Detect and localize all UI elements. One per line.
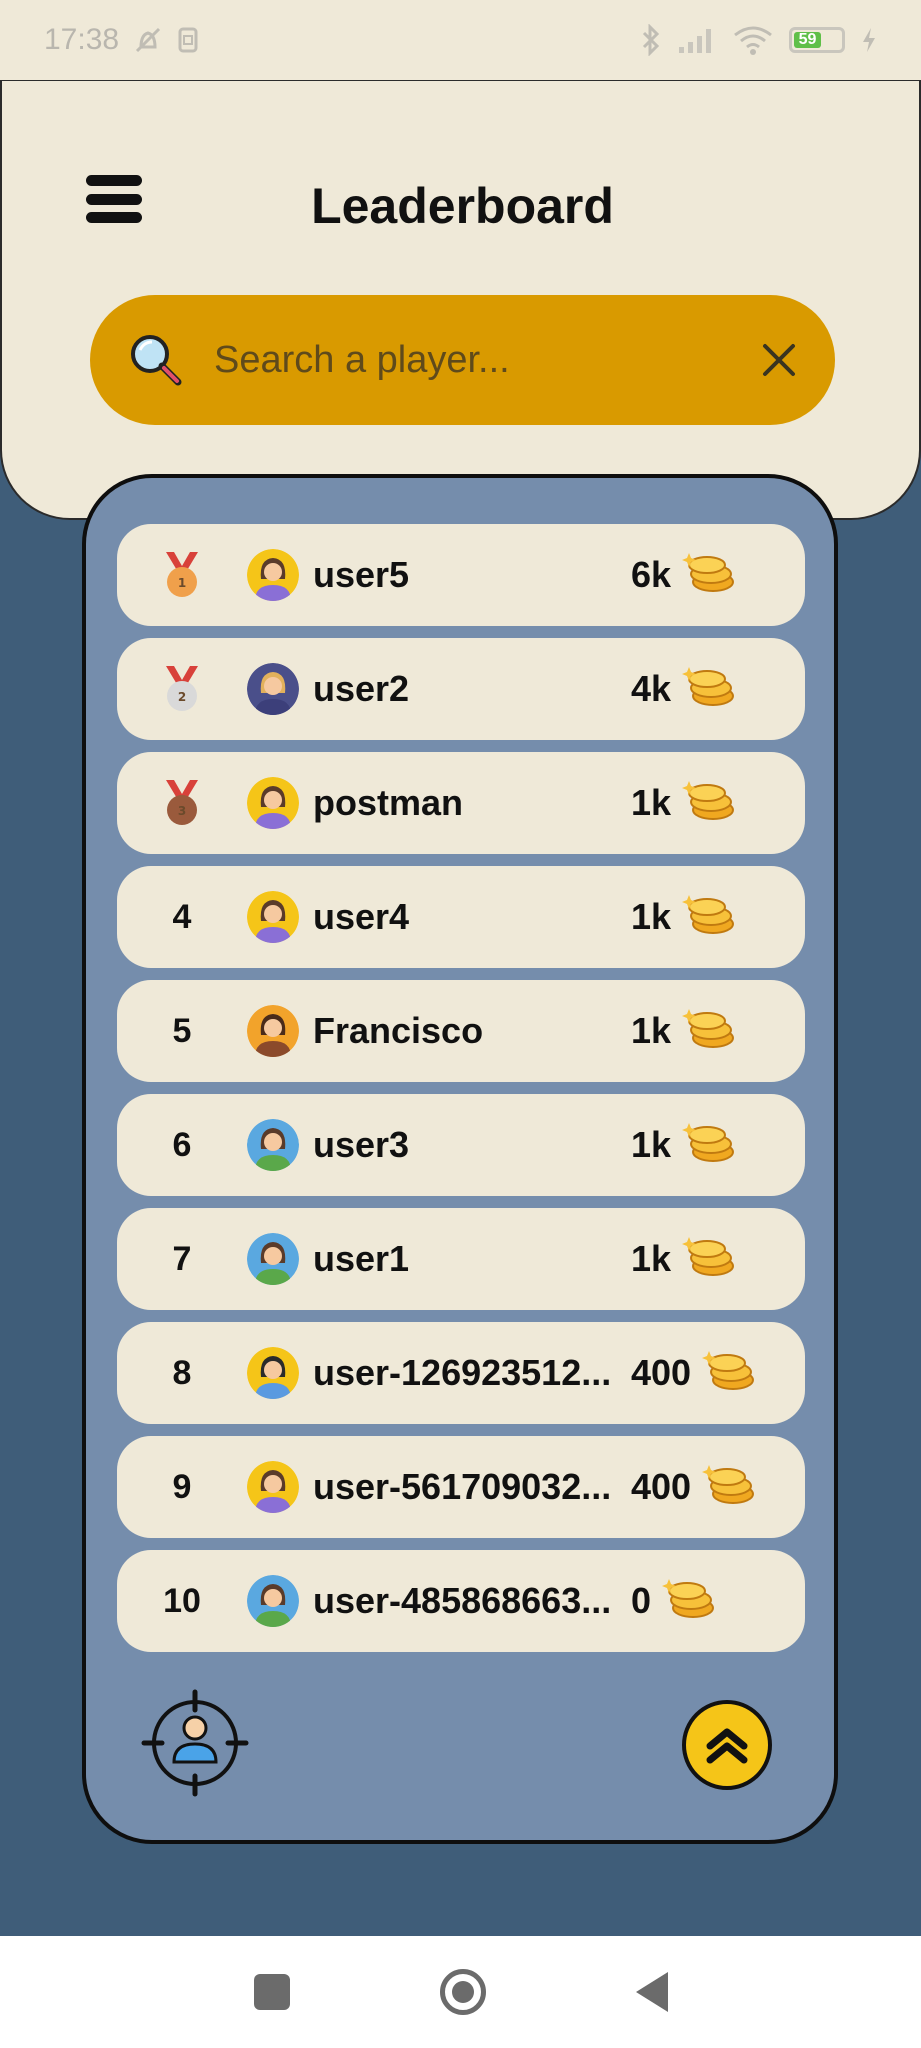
header-card: Leaderboard — [0, 80, 921, 520]
player-score: 1k — [631, 1010, 672, 1051]
player-score: 400 — [631, 1466, 692, 1507]
battery-level: 59 — [794, 31, 822, 48]
status-right: 59 — [641, 24, 877, 56]
search-bar[interactable] — [90, 295, 835, 425]
player-name: postman — [313, 782, 464, 823]
coins-icon — [681, 550, 739, 601]
blonde-woman-avatar — [247, 663, 299, 715]
leaderboard-row[interactable]: 2 user2 4k — [117, 638, 805, 740]
signal-icon — [679, 29, 711, 53]
recent-apps-button[interactable] — [253, 1974, 290, 2010]
woman-avatar — [247, 1461, 299, 1513]
leaderboard-row[interactable]: 8 user-126923512... 400 — [117, 1322, 805, 1424]
player-name: user1 — [313, 1238, 410, 1279]
woman-green-avatar — [247, 1119, 299, 1171]
status-time: 17:38 — [44, 23, 120, 56]
coins-icon — [661, 1576, 719, 1627]
wifi-icon — [734, 26, 772, 55]
man-ponytail-avatar — [247, 1347, 299, 1399]
coins-icon — [681, 1006, 739, 1057]
player-score: 1k — [631, 1238, 672, 1279]
sim-icon — [178, 27, 198, 53]
player-score: 400 — [631, 1352, 692, 1393]
player-name: user-561709032... — [313, 1466, 612, 1507]
player-name: Francisco — [313, 1010, 484, 1051]
rank-number: 9 — [172, 1467, 192, 1506]
player-score: 4k — [631, 668, 672, 709]
app-screen: 17:38 59 Leaderboard Search a player... … — [0, 0, 921, 2048]
page-title: Leaderboard — [311, 178, 614, 234]
player-name: user3 — [313, 1124, 410, 1165]
rank-number: 7 — [172, 1239, 192, 1278]
bronze-medal-icon: 3 — [117, 778, 247, 828]
leaderboard-row[interactable]: 7 user1 1k — [117, 1208, 805, 1310]
mute-notification-icon — [136, 27, 161, 53]
leaderboard-panel: 1 user5 6k 2 user2 4k 3 postman 1k 4 user4 1k 5 Franc… — [82, 474, 838, 1844]
leaderboard-row[interactable]: 10 user-485868663... 0 — [117, 1550, 805, 1652]
coins-icon — [681, 892, 739, 943]
leaderboard-row[interactable]: 9 user-561709032... 400 — [117, 1436, 805, 1538]
player-score: 0 — [631, 1580, 652, 1621]
locate-me-icon — [141, 1689, 249, 1797]
silver-medal-icon: 2 — [117, 664, 247, 714]
woman-green-avatar — [247, 1233, 299, 1285]
woman-avatar — [247, 777, 299, 829]
leaderboard-row[interactable]: 6 user3 1k — [117, 1094, 805, 1196]
double-chevron-up-icon — [706, 1728, 748, 1764]
player-name: user2 — [313, 668, 410, 709]
woman-green-avatar — [247, 1575, 299, 1627]
player-name: user-126923512... — [313, 1352, 612, 1393]
player-score: 1k — [631, 1124, 672, 1165]
rank-number: 10 — [163, 1581, 201, 1620]
magnifier-icon — [131, 335, 182, 386]
back-button[interactable] — [635, 1972, 668, 2012]
player-name: user-485868663... — [313, 1580, 612, 1621]
close-icon[interactable] — [759, 340, 799, 380]
coins-icon — [681, 664, 739, 715]
battery-indicator: 59 — [789, 27, 845, 53]
home-button[interactable] — [439, 1969, 486, 2015]
player-score: 1k — [631, 896, 672, 937]
player-name: user5 — [313, 554, 410, 595]
leaderboard-row[interactable]: 5 Francisco 1k — [117, 980, 805, 1082]
player-name: user4 — [313, 896, 410, 937]
coins-icon — [701, 1462, 759, 1513]
player-score: 6k — [631, 554, 672, 595]
leaderboard-list[interactable]: 1 user5 6k 2 user2 4k 3 postman 1k 4 user4 1k 5 Franc… — [117, 524, 805, 1674]
leaderboard-row[interactable]: 3 postman 1k — [117, 752, 805, 854]
locate-me-button[interactable] — [140, 1688, 250, 1798]
coins-icon — [681, 1120, 739, 1171]
rank-number: 5 — [172, 1011, 192, 1050]
coins-icon — [681, 778, 739, 829]
scroll-to-top-button[interactable] — [682, 1700, 772, 1790]
svg-text:2: 2 — [178, 690, 186, 704]
player-score: 1k — [631, 782, 672, 823]
svg-text:3: 3 — [178, 804, 186, 818]
woman-avatar — [247, 891, 299, 943]
gold-medal-icon: 1 — [117, 550, 247, 600]
bluetooth-icon — [642, 24, 660, 56]
rank-number: 8 — [172, 1353, 192, 1392]
coins-icon — [681, 1234, 739, 1285]
woman-avatar — [247, 549, 299, 601]
status-left: 17:38 — [44, 23, 199, 57]
leaderboard-row[interactable]: 4 user4 1k — [117, 866, 805, 968]
status-bar: 17:38 59 — [0, 0, 921, 80]
system-nav-bar — [0, 1936, 921, 2048]
rank-number: 6 — [172, 1125, 192, 1164]
search-input[interactable] — [214, 338, 759, 382]
svg-text:1: 1 — [178, 576, 186, 590]
leaderboard-row[interactable]: 1 user5 6k — [117, 524, 805, 626]
man-avatar — [247, 1005, 299, 1057]
charging-icon — [863, 28, 875, 52]
rank-number: 4 — [172, 897, 192, 936]
coins-icon — [701, 1348, 759, 1399]
